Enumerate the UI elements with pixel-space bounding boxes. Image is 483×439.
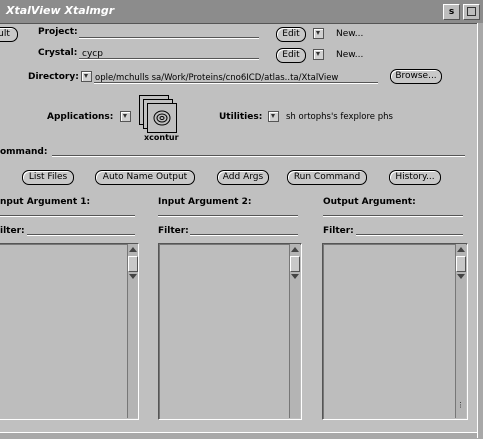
input-arg2-field[interactable]: [158, 215, 298, 217]
input-arg1-header: nput Argument 1:: [0, 197, 91, 207]
window-title: XtalView Xtalmgr: [6, 4, 115, 17]
add-args-button[interactable]: Add Args: [217, 170, 269, 185]
scroll-thumb[interactable]: [290, 256, 300, 272]
crystal-new-label[interactable]: New...: [336, 50, 363, 60]
resize-grip-icon[interactable]: ⋮: [457, 401, 464, 409]
scroll-up-icon[interactable]: [129, 247, 137, 252]
directory-label: Directory:: [28, 72, 79, 82]
directory-underline: [94, 82, 378, 84]
output-arg-scrollbar[interactable]: ⋮: [455, 244, 466, 418]
applications-menu-icon[interactable]: [120, 111, 131, 122]
command-input[interactable]: [52, 155, 465, 157]
utilities-label: Utilities:: [219, 112, 263, 122]
default-button[interactable]: ult: [0, 27, 18, 42]
title-bar[interactable]: XtalView Xtalmgr s: [0, 0, 483, 24]
maximize-icon: [467, 7, 476, 16]
command-label: ommand:: [0, 147, 48, 157]
input-arg2-header: Input Argument 2:: [158, 197, 252, 207]
input-arg1-field[interactable]: [0, 215, 135, 217]
output-arg-field[interactable]: [323, 215, 463, 217]
input-arg1-scrollbar[interactable]: [127, 244, 138, 418]
project-menu-icon[interactable]: [313, 28, 324, 39]
scroll-down-icon[interactable]: [457, 274, 465, 279]
window-right-border: [477, 23, 483, 438]
output-arg-header: Output Argument:: [323, 197, 416, 207]
list-files-button[interactable]: List Files: [22, 170, 74, 185]
input-arg2-filter-label: Filter:: [158, 226, 189, 236]
project-new-label[interactable]: New...: [336, 29, 363, 39]
project-edit-button[interactable]: Edit: [276, 27, 306, 42]
scroll-thumb[interactable]: [128, 256, 138, 272]
run-command-button[interactable]: Run Command: [287, 170, 367, 185]
input-arg1-filter-label: ilter:: [0, 226, 25, 236]
scroll-thumb[interactable]: [456, 256, 466, 272]
input-arg2-filter-input[interactable]: [190, 234, 298, 236]
input-arg1-filter-input[interactable]: [27, 234, 135, 236]
xcontur-app-icon[interactable]: [139, 95, 179, 135]
maximize-button[interactable]: [463, 4, 480, 20]
scroll-up-icon[interactable]: [457, 247, 465, 252]
project-underline: [79, 37, 259, 39]
output-arg-filter-label: Filter:: [323, 226, 354, 236]
crystal-label: Crystal:: [38, 48, 78, 58]
project-label: Project:: [38, 27, 78, 37]
scroll-up-icon[interactable]: [291, 247, 299, 252]
output-arg-list[interactable]: [322, 243, 468, 420]
applications-label: Applications:: [47, 112, 114, 122]
browse-button[interactable]: Browse...: [390, 69, 442, 84]
input-arg1-list[interactable]: [0, 243, 139, 420]
utilities-menu-icon[interactable]: [268, 111, 279, 122]
input-arg2-scrollbar[interactable]: [289, 244, 300, 418]
window-menu-button[interactable]: s: [443, 4, 460, 20]
xcontur-caption: xcontur: [144, 133, 179, 142]
utilities-value: sh ortophs's fexplore phs: [286, 112, 393, 122]
auto-name-output-button[interactable]: Auto Name Output: [95, 170, 195, 185]
crystal-edit-button[interactable]: Edit: [276, 48, 306, 63]
crystal-underline: [79, 58, 259, 60]
scroll-down-icon[interactable]: [291, 274, 299, 279]
history-button[interactable]: History...: [389, 170, 441, 185]
crystal-menu-icon[interactable]: [313, 49, 324, 60]
scroll-down-icon[interactable]: [129, 274, 137, 279]
input-arg2-list[interactable]: [158, 243, 302, 420]
directory-menu-icon[interactable]: [81, 71, 92, 82]
output-arg-filter-input[interactable]: [356, 234, 463, 236]
